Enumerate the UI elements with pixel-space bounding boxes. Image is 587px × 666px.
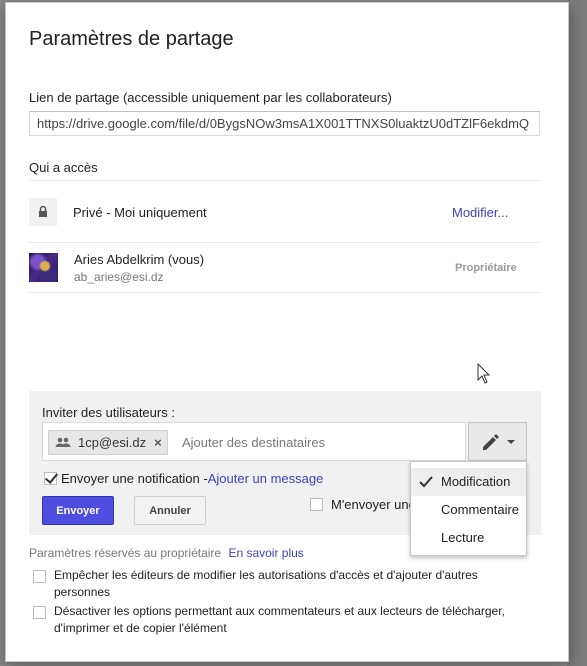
caret-down-icon [506,439,515,444]
owner-option-row: Désactiver les options permettant aux co… [33,603,523,637]
person-name: Aries Abdelkrim (vous) [74,252,205,267]
add-message-link[interactable]: Ajouter un message [208,471,324,486]
lock-icon [39,205,47,217]
remove-recipient-icon[interactable]: × [154,435,162,450]
menu-item-modification[interactable]: Modification [411,468,526,496]
learn-more-link[interactable]: En savoir plus [228,546,303,560]
owner-option-row: Empêcher les éditeurs de modifier les au… [33,567,523,601]
people-icon [55,435,71,450]
menu-item-comment[interactable]: Commentaire [411,496,526,524]
divider [29,242,541,243]
person-email: ab_aries@esi.dz [74,270,164,284]
recipient-chip-label: 1cp@esi.dz [78,435,147,450]
modify-visibility-link[interactable]: Modifier... [452,205,508,220]
prevent-editors-checkbox[interactable] [33,570,46,583]
share-link-input[interactable]: https://drive.google.com/file/d/0BygsNOw… [29,111,540,136]
permission-dropdown-button[interactable] [468,422,527,461]
share-link-label: Lien de partage (accessible uniquement p… [29,90,392,105]
visibility-text: Privé - Moi uniquement [73,205,207,220]
share-settings-dialog: Paramètres de partage Lien de partage (a… [5,2,569,662]
notify-checkbox[interactable] [44,472,57,485]
owner-option-text: Désactiver les options permettant aux co… [54,604,505,635]
owner-option-text: Empêcher les éditeurs de modifier les au… [54,568,478,599]
owner-settings-text: Paramètres réservés au propriétaire [29,546,222,560]
send-copy-row: M'envoyer une [310,497,416,512]
disable-download-checkbox[interactable] [33,606,46,619]
cancel-button[interactable]: Annuler [134,496,206,525]
person-role: Propriétaire [455,262,517,274]
owner-settings-label: Paramètres réservés au propriétaire En s… [29,546,304,560]
mouse-pointer-icon [477,362,491,390]
send-copy-text: M'envoyer une [331,497,416,512]
avatar [29,253,58,282]
send-button[interactable]: Envoyer [42,496,114,525]
invite-label: Inviter des utilisateurs : [42,405,175,420]
who-has-access-label: Qui a accès [29,160,98,175]
pencil-icon [482,433,499,450]
background-page-strip [567,0,587,666]
visibility-icon-box [29,198,57,226]
menu-item-read[interactable]: Lecture [411,524,526,552]
menu-item-label: Modification [441,474,511,489]
menu-item-label: Lecture [441,530,485,545]
menu-item-label: Commentaire [441,502,520,517]
dialog-title: Paramètres de partage [29,28,234,50]
add-recipients-input[interactable] [180,431,460,453]
divider [29,292,541,293]
permission-menu: Modification Commentaire Lecture [410,461,527,556]
notification-row: Envoyer une notification - Ajouter un me… [44,471,323,486]
divider [29,180,541,181]
invite-recipients-field[interactable]: 1cp@esi.dz × [42,422,466,461]
send-copy-checkbox[interactable] [310,498,323,511]
recipient-chip: 1cp@esi.dz × [48,430,168,455]
notify-text: Envoyer une notification - [61,471,208,486]
